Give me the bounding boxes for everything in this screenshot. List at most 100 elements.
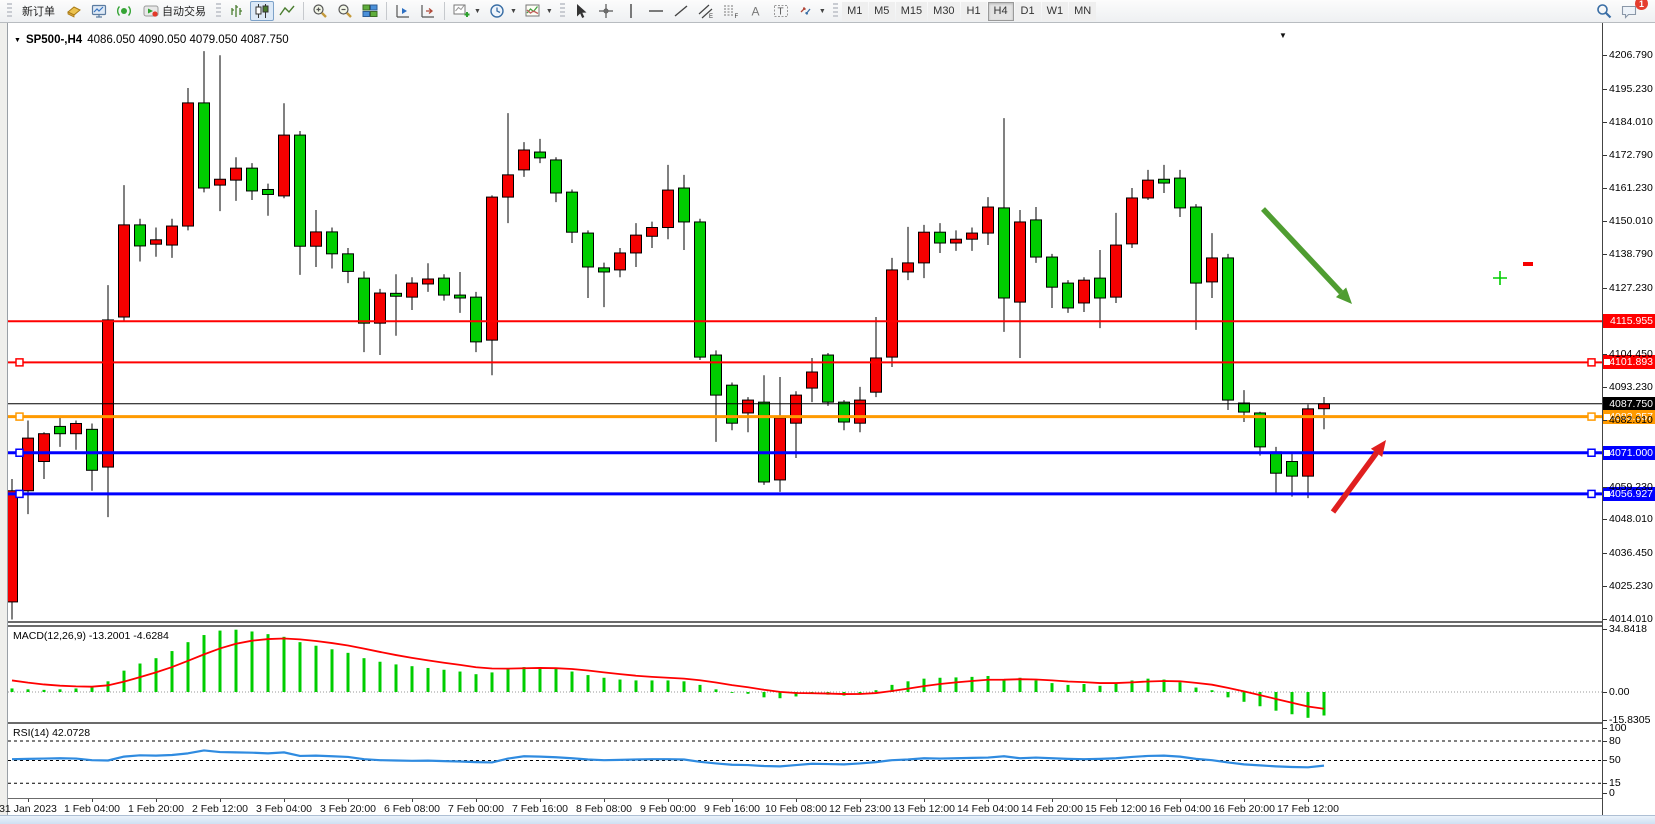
vline-tool-icon[interactable] [619,1,643,21]
candle[interactable] [1063,280,1074,313]
cursor-tool-icon[interactable] [569,1,593,21]
toolbar-grip[interactable] [833,3,838,19]
candle[interactable] [1207,233,1218,298]
candle[interactable] [695,219,706,360]
candle[interactable] [199,51,210,192]
candle[interactable] [1015,210,1026,358]
candle[interactable] [823,353,834,406]
auto-trading-button[interactable]: 自动交易 [137,1,212,21]
candle[interactable] [1287,453,1298,497]
periods-icon[interactable]: ▼ [485,1,520,21]
chart-candles-icon[interactable] [250,1,274,21]
candle[interactable] [567,189,578,243]
date-axis[interactable]: 31 Jan 20231 Feb 04:001 Feb 20:002 Feb 1… [8,799,1602,815]
tf-h4[interactable]: H4 [988,2,1014,21]
line-handle[interactable] [16,413,23,420]
line-handle[interactable] [1588,413,1595,420]
candle[interactable] [71,421,82,450]
candle[interactable] [295,131,306,275]
candle[interactable] [951,230,962,250]
candle[interactable] [871,317,882,397]
tf-m30[interactable]: M30 [928,2,959,21]
trade-ticket-icon[interactable] [62,1,86,21]
market-watch-icon[interactable] [87,1,111,21]
search-icon[interactable] [1592,1,1616,21]
candle[interactable] [711,350,722,442]
candle[interactable] [103,285,114,517]
candle[interactable] [807,358,818,402]
candle[interactable] [727,383,738,431]
candle[interactable] [855,387,866,432]
auto-scroll-icon[interactable] [391,1,415,21]
candle[interactable] [39,432,50,479]
candle[interactable] [519,142,530,177]
candle[interactable] [1255,412,1266,456]
candle[interactable] [967,228,978,251]
candle[interactable] [743,397,754,432]
price-axis[interactable]: 4115.9554101.8934087.7504083.3574071.000… [1602,23,1655,815]
tf-m15[interactable]: M15 [896,2,927,21]
candle[interactable] [887,258,898,367]
candle[interactable] [631,223,642,267]
candle[interactable] [87,423,98,490]
candle[interactable] [535,139,546,163]
line-handle[interactable] [16,490,23,497]
tf-w1[interactable]: W1 [1042,2,1069,21]
text-label-tool-icon[interactable]: T [769,1,793,21]
candle[interactable] [983,197,994,245]
candle[interactable] [919,225,930,278]
toolbar-grip[interactable] [7,3,12,19]
plus-marker[interactable] [1493,271,1507,285]
candle[interactable] [167,219,178,258]
candle[interactable] [151,228,162,257]
candle[interactable] [215,55,226,211]
candle[interactable] [407,277,418,310]
candle[interactable] [359,271,370,352]
candle[interactable] [1191,204,1202,330]
rsi-pane[interactable]: RSI(14) 42.0728 [8,724,1602,798]
fibonacci-tool-icon[interactable]: F [719,1,743,21]
candle[interactable] [679,175,690,250]
candle[interactable] [647,222,658,248]
main-chart-pane[interactable]: ▼ SP500-,H4 4086.050 4090.050 4079.050 4… [8,27,1602,621]
trendline-tool-icon[interactable] [669,1,693,21]
candle[interactable] [1143,170,1154,200]
quote-line[interactable]: ▼ SP500-,H4 4086.050 4090.050 4079.050 4… [14,34,289,46]
chart-bars-icon[interactable] [225,1,249,21]
candle[interactable] [311,210,322,267]
candle[interactable] [935,223,946,253]
candle[interactable] [759,375,770,485]
candle[interactable] [999,118,1010,332]
candle[interactable] [183,88,194,230]
chart-line-icon[interactable] [275,1,299,21]
tf-d1[interactable]: D1 [1015,2,1041,21]
candle[interactable] [1159,165,1170,193]
candle[interactable] [455,272,466,313]
dash-marker[interactable] [1523,262,1533,266]
candle[interactable] [263,184,274,216]
candle[interactable] [1127,188,1138,248]
templates-icon[interactable]: ▼ [521,1,556,21]
candle[interactable] [1031,207,1042,263]
candle[interactable] [391,274,402,335]
candle[interactable] [791,391,802,458]
line-handle[interactable] [1588,490,1595,497]
candle[interactable] [551,157,562,202]
candle[interactable] [423,263,434,292]
candle[interactable] [1111,213,1122,303]
tf-m5[interactable]: M5 [869,2,895,21]
line-handle[interactable] [16,449,23,456]
candle[interactable] [599,263,610,307]
candle[interactable] [615,248,626,277]
tf-h1[interactable]: H1 [961,2,987,21]
candle[interactable] [8,479,18,619]
shapes-tool-icon[interactable]: ▼ [794,1,829,21]
candle[interactable] [327,228,338,269]
line-handle[interactable] [1588,449,1595,456]
tf-m1[interactable]: M1 [842,2,868,21]
candle[interactable] [439,274,450,300]
crosshair-tool-icon[interactable] [594,1,618,21]
candle[interactable] [903,227,914,280]
candle[interactable] [343,248,354,283]
candle[interactable] [1319,397,1330,429]
